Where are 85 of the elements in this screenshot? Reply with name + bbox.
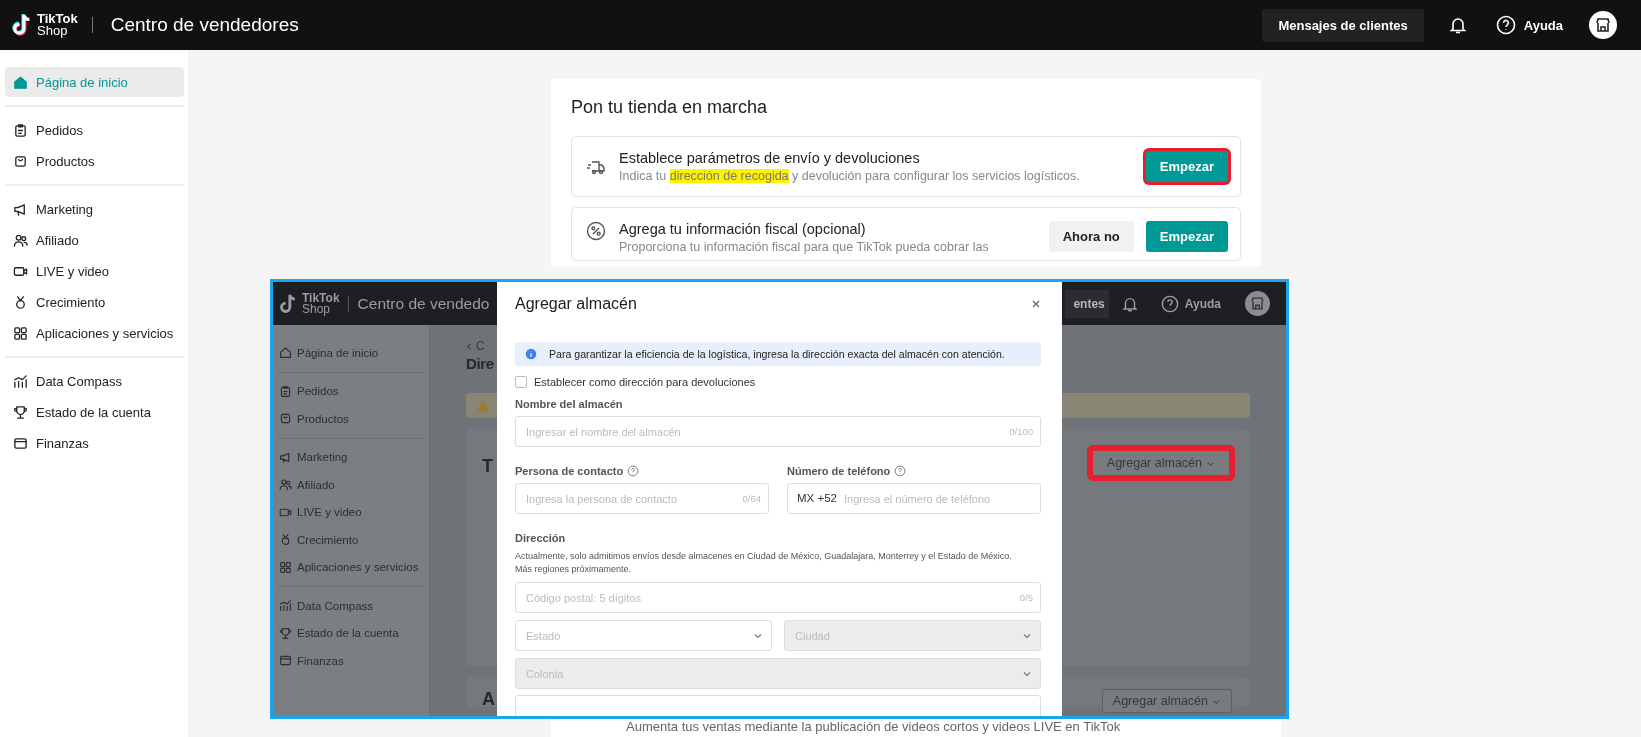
card-icon: [279, 654, 292, 668]
sidebar-item[interactable]: Crecimiento: [279, 526, 427, 554]
clipboard-icon: [279, 384, 292, 398]
field-label: Número de teléfono: [787, 465, 891, 477]
sidebar-item[interactable]: Finanzas: [5, 428, 184, 458]
app-title: Centro de vendedo: [357, 294, 490, 313]
card-title: Pon tu tienda en marcha: [571, 97, 769, 118]
trophy-icon: [279, 626, 292, 640]
field-label: Persona de contacto: [515, 465, 624, 477]
avatar-icon[interactable]: [1589, 11, 1617, 39]
country-code[interactable]: MX +52: [797, 492, 837, 504]
sidebar-item[interactable]: Aplicaciones y servicios: [279, 553, 427, 581]
character-counter: 0/5: [1019, 592, 1033, 603]
sidebar-item[interactable]: Afiliado: [5, 225, 184, 255]
help-icon[interactable]: [1160, 294, 1179, 313]
sidebar-item[interactable]: Página de inicio: [5, 67, 184, 97]
start-button[interactable]: Empezar: [1145, 221, 1228, 252]
modal-title: Agregar almacén: [515, 295, 637, 313]
section-title: A: [482, 689, 495, 710]
sidebar-item[interactable]: Pedidos: [279, 377, 427, 405]
home-icon: [13, 74, 28, 90]
trophy-icon: [13, 404, 28, 420]
notice-text: Para garantizar la eficiencia de la logística, ingresa la dirección exacta del almacén con atención.: [549, 348, 1005, 360]
sidebar-item[interactable]: Pedidos: [5, 115, 184, 145]
people-icon: [13, 232, 28, 248]
app-title: Centro de vendedores: [110, 14, 299, 36]
sidebar-item[interactable]: Crecimiento: [5, 287, 184, 317]
medal-icon: [279, 533, 292, 547]
megaphone-icon: [279, 450, 292, 464]
task-description: Indica tu dirección de recogida y devolución para configurar los servicios logísticos.: [619, 169, 1081, 183]
percent-icon: [586, 221, 606, 241]
hint-text: Actualmente, solo admitimos envíos desde almacenes en Ciudad de México, Guadalajara, Monterrey y el Estado de México.: [515, 550, 1013, 563]
logo-text: TikTok Shop: [302, 292, 340, 315]
sidebar-item[interactable]: Productos: [279, 405, 427, 433]
add-warehouse-button[interactable]: Agregar almacén: [1089, 448, 1232, 478]
chart-icon: [13, 373, 28, 389]
sidebar-item[interactable]: Marketing: [5, 194, 184, 224]
info-icon: [525, 348, 537, 360]
clipboard-icon: [13, 122, 28, 138]
sidebar-item[interactable]: Marketing: [279, 443, 427, 471]
grid-icon: [13, 325, 28, 341]
task-description: Proporciona tu información fiscal para que TikTok pueda cobrar las: [619, 240, 990, 254]
select-field[interactable]: Estado: [515, 620, 772, 651]
warning-icon: [476, 398, 490, 413]
checkbox[interactable]: [515, 376, 527, 388]
bag-icon: [13, 153, 28, 169]
bag-icon: [279, 412, 292, 426]
sidebar-item[interactable]: Estado de la cuenta: [5, 397, 184, 427]
chart-icon: [279, 599, 292, 613]
card-icon: [13, 435, 28, 451]
sidebar-item[interactable]: Página de inicio: [279, 339, 427, 367]
sidebar-item[interactable]: Data Compass: [5, 366, 184, 396]
home-icon: [279, 346, 292, 360]
messages-button[interactable]: Mensajes de clientes: [1262, 8, 1424, 42]
logo-text: TikTok Shop: [37, 13, 78, 37]
sidebar-item[interactable]: LIVE y video: [279, 498, 427, 526]
close-icon[interactable]: [1031, 299, 1041, 309]
sidebar-item[interactable]: Finanzas: [279, 647, 427, 675]
skip-button[interactable]: Ahora no: [1048, 221, 1134, 252]
section-title: T: [482, 456, 493, 477]
task-title: Agrega tu información fiscal (opcional): [619, 221, 867, 237]
task-title: Establece parámetros de envío y devoluciones: [619, 150, 921, 166]
bell-icon[interactable]: [1447, 15, 1468, 35]
hint-text: Más regiones próximamente.: [515, 563, 633, 576]
character-counter: 0/64: [742, 493, 761, 504]
megaphone-icon: [13, 201, 28, 217]
grid-icon: [279, 560, 292, 574]
sidebar-item[interactable]: Estado de la cuenta: [279, 619, 427, 647]
help-link[interactable]: Ayuda: [1523, 17, 1563, 33]
promo-text: Aumenta tus ventas mediante la publicación de videos cortos y videos LIVE en TikTok: [626, 719, 1121, 734]
sidebar-item[interactable]: Productos: [5, 146, 184, 176]
sidebar-item[interactable]: LIVE y video: [5, 256, 184, 286]
help-link[interactable]: Ayuda: [1184, 296, 1221, 311]
character-counter: 0/100: [1009, 426, 1033, 437]
field-label: Nombre del almacén: [515, 398, 624, 410]
messages-button[interactable]: entes: [1065, 289, 1109, 318]
sidebar-item[interactable]: Data Compass: [279, 592, 427, 620]
people-icon: [279, 478, 292, 492]
sidebar-item[interactable]: Aplicaciones y servicios: [5, 318, 184, 348]
checkbox-label: Establecer como dirección para devoluciones: [534, 376, 756, 388]
add-warehouse-button[interactable]: Agregar almacén: [1101, 689, 1232, 713]
sidebar-item[interactable]: Afiliado: [279, 471, 427, 499]
field-label: Dirección: [515, 532, 567, 544]
start-button[interactable]: Empezar: [1145, 151, 1228, 182]
medal-icon: [13, 294, 28, 310]
